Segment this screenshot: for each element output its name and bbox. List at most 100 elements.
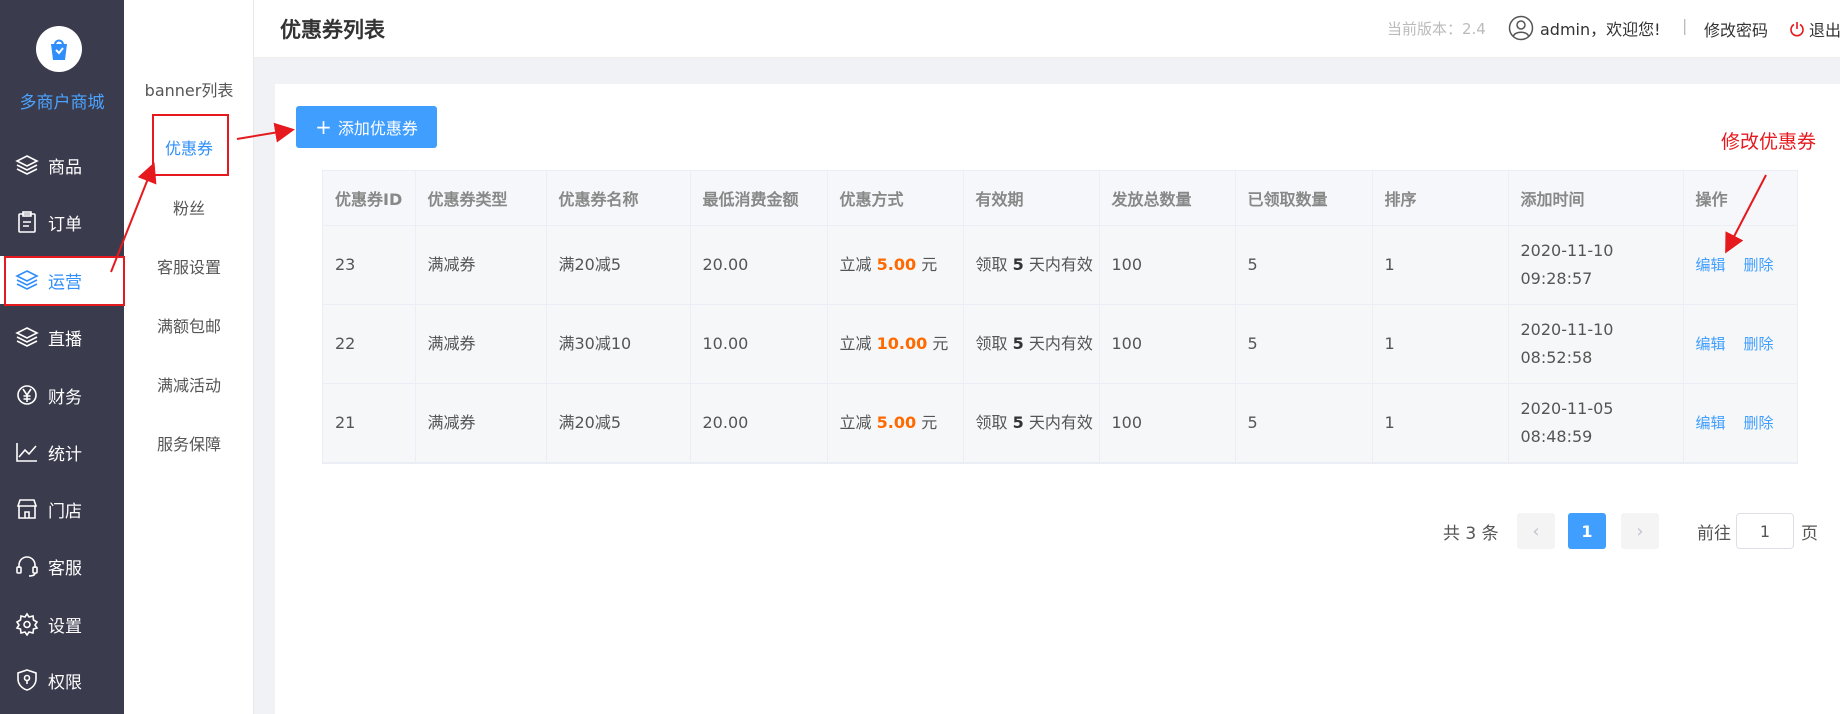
method-suffix: 元 bbox=[921, 412, 938, 432]
discount-amount: 5.00 bbox=[876, 254, 917, 274]
page-title: 优惠券列表 bbox=[280, 18, 385, 42]
cell-total: 100 bbox=[1099, 304, 1236, 384]
column-header: 优惠券ID bbox=[323, 171, 416, 226]
plus-icon: + bbox=[315, 115, 332, 139]
sidebar-item-label: 统计 bbox=[48, 444, 82, 465]
main-sidebar: 多商户商城 商品 订单 运营 直播 财务 统计 门店 客服 设置 权限 bbox=[0, 0, 124, 714]
prev-page-button[interactable]: ‹ bbox=[1517, 513, 1555, 549]
column-header: 添加时间 bbox=[1508, 171, 1684, 226]
valid-suffix: 天内有效 bbox=[1028, 412, 1093, 432]
table-header-row: 优惠券ID 优惠券类型 优惠券名称 最低消费金额 优惠方式 有效期 发放总数量 … bbox=[323, 171, 1797, 226]
edit-link[interactable]: 编辑 bbox=[1696, 335, 1726, 353]
sidebar-item-orders[interactable]: 订单 bbox=[0, 198, 124, 246]
layers-icon bbox=[14, 152, 40, 178]
goto-label: 前往 bbox=[1697, 524, 1731, 544]
edit-link[interactable]: 编辑 bbox=[1696, 414, 1726, 432]
subnav-item-free-shipping[interactable]: 满额包邮 bbox=[124, 313, 254, 337]
user-info[interactable]: admin，欢迎您! bbox=[1508, 15, 1661, 41]
delete-link[interactable]: 删除 bbox=[1744, 414, 1774, 432]
column-header: 优惠券名称 bbox=[546, 171, 691, 226]
cell-id: 21 bbox=[323, 383, 416, 463]
cell-type: 满减券 bbox=[415, 304, 547, 384]
cell-min-amount: 20.00 bbox=[690, 225, 828, 305]
sidebar-item-finance[interactable]: 财务 bbox=[0, 371, 124, 419]
method-prefix: 立减 bbox=[839, 254, 872, 274]
method-suffix: 元 bbox=[921, 254, 938, 274]
valid-prefix: 领取 bbox=[975, 412, 1008, 432]
table-row: 22 满减券 满30减10 10.00 立减 10.00 元 领取 5 天内有效… bbox=[323, 304, 1797, 384]
cell-time: 2020-11-10 08:52:58 bbox=[1508, 304, 1684, 384]
column-header: 发放总数量 bbox=[1099, 171, 1236, 226]
cell-sort: 1 bbox=[1372, 383, 1509, 463]
subnav-item-fans[interactable]: 粉丝 bbox=[124, 195, 254, 219]
sidebar-item-label: 直播 bbox=[48, 329, 82, 350]
column-header: 排序 bbox=[1372, 171, 1509, 226]
goto-page-input[interactable] bbox=[1736, 513, 1794, 549]
sidebar-item-label: 财务 bbox=[48, 387, 82, 408]
column-header: 操作 bbox=[1683, 171, 1797, 226]
sidebar-item-label: 设置 bbox=[48, 616, 82, 637]
cell-time: 2020-11-05 08:48:59 bbox=[1508, 383, 1684, 463]
coupon-table: 优惠券ID 优惠券类型 优惠券名称 最低消费金额 优惠方式 有效期 发放总数量 … bbox=[322, 170, 1798, 464]
cell-type: 满减券 bbox=[415, 225, 547, 305]
sidebar-item-label: 客服 bbox=[48, 558, 82, 579]
sidebar-item-live[interactable]: 直播 bbox=[0, 313, 124, 361]
pagination-total: 共 3 条 bbox=[1443, 524, 1499, 544]
sidebar-item-stores[interactable]: 门店 bbox=[0, 485, 124, 533]
cell-method: 立减 5.00 元 bbox=[827, 225, 964, 305]
table-row: 21 满减券 满20减5 20.00 立减 5.00 元 领取 5 天内有效 1… bbox=[323, 383, 1797, 463]
column-header: 最低消费金额 bbox=[690, 171, 828, 226]
cell-time: 2020-11-10 09:28:57 bbox=[1508, 225, 1684, 305]
next-page-button[interactable]: › bbox=[1621, 513, 1659, 549]
logo bbox=[36, 26, 82, 72]
valid-prefix: 领取 bbox=[975, 254, 1008, 274]
add-coupon-button[interactable]: + 添加优惠券 bbox=[296, 106, 437, 148]
sidebar-item-permissions[interactable]: 权限 bbox=[0, 656, 124, 704]
sidebar-item-settings[interactable]: 设置 bbox=[0, 600, 124, 648]
add-coupon-label: 添加优惠券 bbox=[337, 119, 418, 138]
headset-icon bbox=[14, 553, 40, 579]
cell-method: 立减 5.00 元 bbox=[827, 383, 964, 463]
version-text: 当前版本：2.4 bbox=[1387, 20, 1486, 38]
subnav-item-banner[interactable]: banner列表 bbox=[124, 77, 254, 101]
cell-min-amount: 10.00 bbox=[690, 304, 828, 384]
brand-name: 多商户商城 bbox=[19, 93, 105, 113]
logout-link[interactable]: 退出 bbox=[1789, 17, 1840, 41]
delete-link[interactable]: 删除 bbox=[1744, 335, 1774, 353]
cell-received: 5 bbox=[1235, 304, 1373, 384]
subnav-item-service-settings[interactable]: 客服设置 bbox=[124, 254, 254, 278]
discount-amount: 5.00 bbox=[876, 412, 917, 432]
shopping-bag-icon bbox=[51, 39, 67, 60]
subnav-item-discount-activity[interactable]: 满减活动 bbox=[124, 372, 254, 396]
cell-type: 满减券 bbox=[415, 383, 547, 463]
cell-total: 100 bbox=[1099, 383, 1236, 463]
page-suffix: 页 bbox=[1801, 524, 1818, 544]
sidebar-item-label: 权限 bbox=[48, 672, 82, 693]
clipboard-icon bbox=[14, 209, 40, 235]
subnav-item-service-guarantee[interactable]: 服务保障 bbox=[124, 431, 254, 455]
cell-id: 22 bbox=[323, 304, 416, 384]
column-header: 优惠方式 bbox=[827, 171, 964, 226]
sidebar-item-label: 门店 bbox=[48, 501, 82, 522]
cell-validity: 领取 5 天内有效 bbox=[963, 225, 1100, 305]
sidebar-item-label: 订单 bbox=[48, 214, 82, 235]
annotation-label: 修改优惠券 bbox=[1721, 131, 1817, 153]
store-icon bbox=[14, 496, 40, 522]
edit-link[interactable]: 编辑 bbox=[1696, 256, 1726, 274]
valid-suffix: 天内有效 bbox=[1028, 333, 1093, 353]
column-header: 优惠券类型 bbox=[415, 171, 547, 226]
chevron-right-icon: › bbox=[1636, 520, 1644, 542]
sidebar-item-service[interactable]: 客服 bbox=[0, 542, 124, 590]
delete-link[interactable]: 删除 bbox=[1744, 256, 1774, 274]
sidebar-item-goods[interactable]: 商品 bbox=[0, 141, 124, 189]
cell-received: 5 bbox=[1235, 383, 1373, 463]
sidebar-item-stats[interactable]: 统计 bbox=[0, 428, 124, 476]
valid-suffix: 天内有效 bbox=[1028, 254, 1093, 274]
cell-name: 满20减5 bbox=[546, 383, 691, 463]
cell-sort: 1 bbox=[1372, 304, 1509, 384]
page-number-1[interactable]: 1 bbox=[1568, 513, 1606, 549]
highlight-box-coupons bbox=[152, 114, 229, 176]
logout-label: 退出 bbox=[1809, 21, 1840, 40]
change-password-link[interactable]: 修改密码 bbox=[1704, 17, 1768, 41]
cell-received: 5 bbox=[1235, 225, 1373, 305]
